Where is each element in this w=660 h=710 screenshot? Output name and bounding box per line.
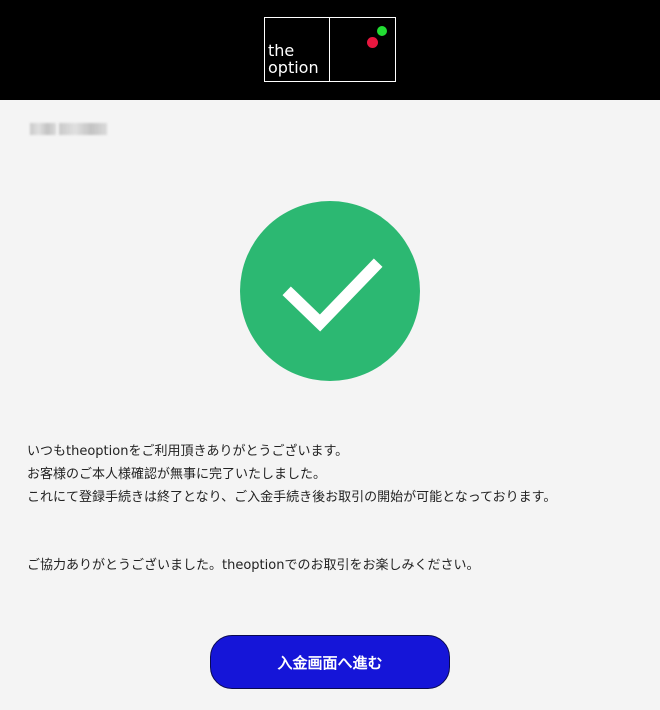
success-badge xyxy=(240,201,420,381)
logo-red-dot xyxy=(367,37,378,48)
header-bar: the option xyxy=(0,0,660,100)
thanks-message: ご協力ありがとうございました。theoptionでのお取引をお楽しみください。 xyxy=(27,558,480,573)
message-line-3: これにて登録手続きは終了となり、ご入金手続き後お取引の開始が可能となっております… xyxy=(27,490,557,505)
logo-line-2: option xyxy=(268,58,319,77)
checkmark-icon xyxy=(282,258,383,332)
blur-segment xyxy=(59,123,107,135)
logo-green-dot xyxy=(377,26,387,36)
blur-segment xyxy=(30,123,56,135)
message-line-1: いつもtheoptionをご利用頂きありがとうございます。 xyxy=(27,444,349,459)
logo-line-1: the xyxy=(268,41,295,60)
blurred-user-name xyxy=(30,121,110,137)
confirmation-message: いつもtheoptionをご利用頂きありがとうございます。 お客様のご本人様確認… xyxy=(27,440,637,509)
message-line-2: お客様のご本人様確認が無事に完了いたしました。 xyxy=(27,467,327,482)
logo-dots-icon xyxy=(330,18,395,81)
go-to-deposit-button[interactable]: 入金画面へ進む xyxy=(210,635,450,689)
logo-wordmark: the option xyxy=(265,18,330,81)
theoption-logo: the option xyxy=(264,17,396,82)
